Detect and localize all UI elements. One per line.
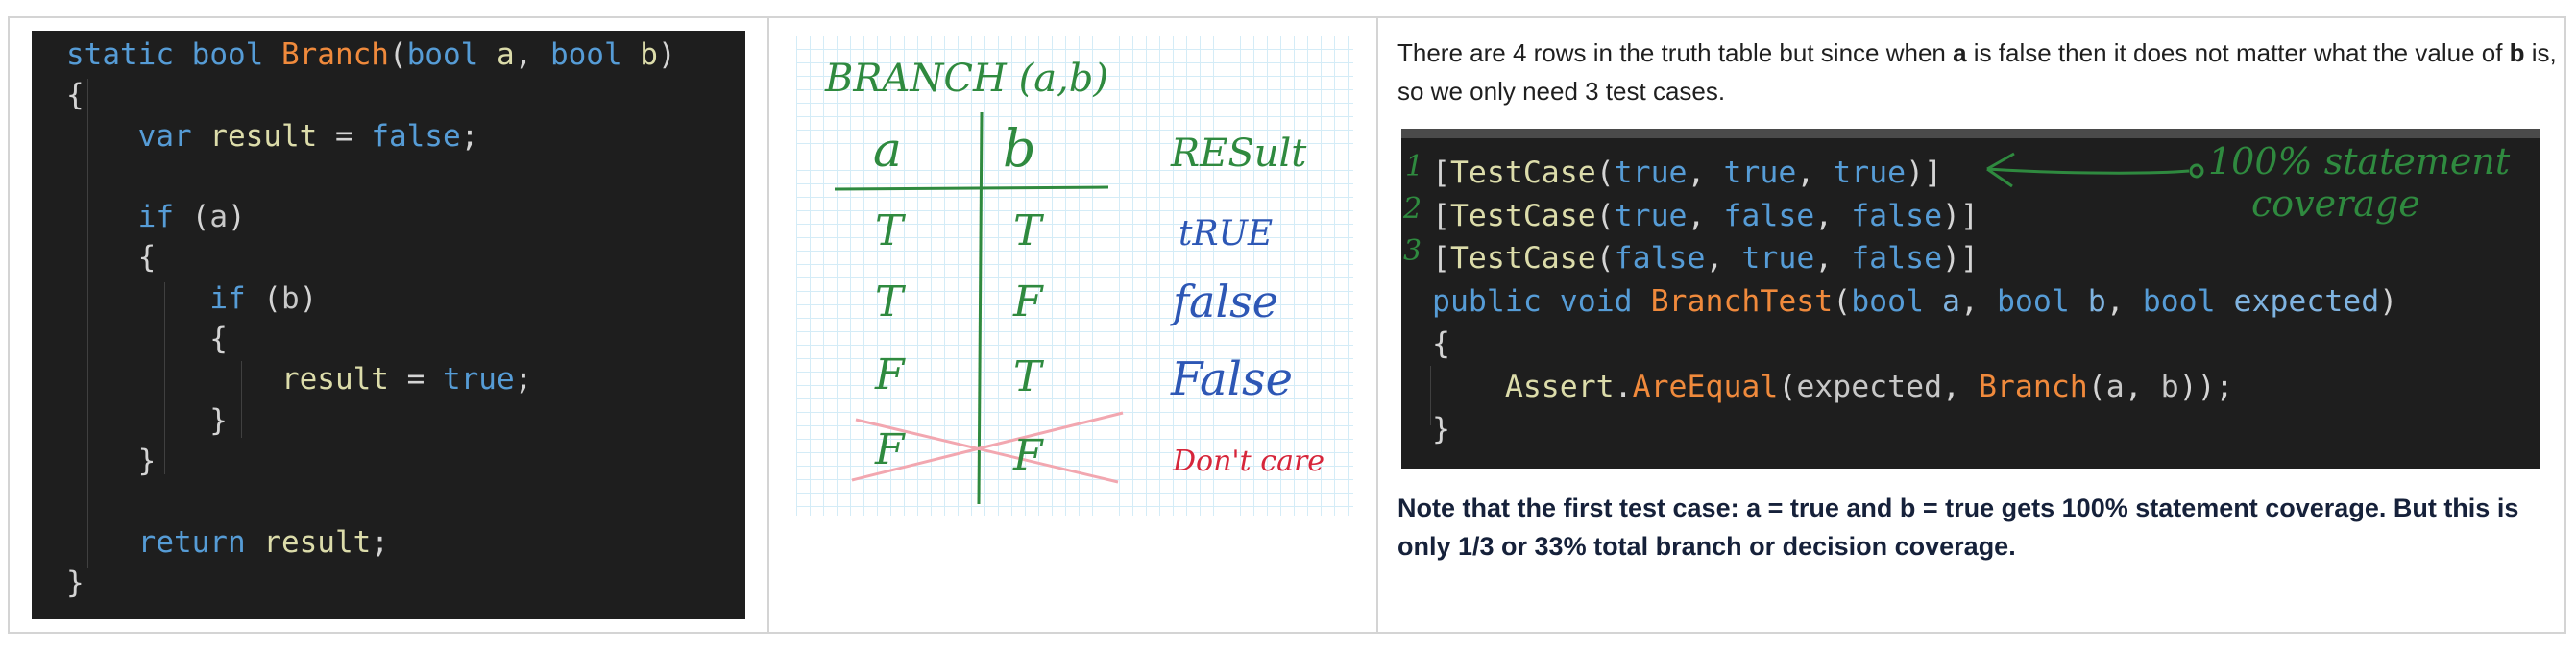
test-code-block: 1 2 3 [TestCase(true, true, true)] [Test…	[1401, 129, 2540, 469]
code-line: return result;	[137, 524, 389, 560]
code-line: if (a)	[137, 200, 246, 235]
code-line: if (b)	[209, 280, 318, 316]
annotation-statement: 100% statement	[2208, 140, 2511, 182]
code-line: }	[66, 443, 157, 478]
row3-b: T	[1013, 352, 1042, 401]
test-number-2: 2	[1403, 192, 1422, 226]
row2-b: F	[1013, 277, 1043, 326]
branch-code-block: static bool Branch(bool a, bool b) { var…	[32, 31, 745, 619]
annotation-coverage: coverage	[2251, 182, 2420, 225]
row1-b: T	[1013, 206, 1042, 255]
row4-result: Don't care	[1173, 445, 1325, 478]
code-line: static bool Branch(bool a, bool b)	[66, 37, 676, 72]
code-line: [TestCase(false, true, false)]	[1432, 241, 1979, 276]
column-divider	[977, 111, 984, 505]
code-line: {	[66, 240, 157, 276]
code-line: }	[66, 402, 228, 438]
row4-b: F	[1013, 431, 1043, 480]
code-line: }	[1432, 412, 1450, 446]
row2-result: false	[1173, 276, 1278, 327]
graph-paper: BRANCH (a,b) a b RESult T T tRUE T F fal…	[796, 36, 1353, 516]
code-line: {	[66, 322, 228, 357]
truth-table-cell: BRANCH (a,b) a b RESult T T tRUE T F fal…	[769, 18, 1378, 632]
explanation-cell: There are 4 rows in the truth table but …	[1378, 18, 2564, 632]
indent-guide	[1430, 366, 1431, 425]
code-line: result = true;	[280, 362, 533, 398]
row4-a: F	[875, 425, 905, 474]
code-cell: static bool Branch(bool a, bool b) { var…	[10, 18, 769, 632]
row3-a: F	[875, 350, 905, 399]
code-line: {	[1432, 326, 1450, 361]
row1-a: T	[875, 206, 904, 255]
intro-paragraph: There are 4 rows in the truth table but …	[1397, 38, 2557, 106]
code-line: }	[66, 565, 85, 600]
code-line: Assert.AreEqual(expected, Branch(a, b));	[1504, 369, 2234, 404]
test-number-3: 3	[1403, 234, 1422, 268]
row1-result: tRUE	[1179, 214, 1274, 253]
row2-a: T	[875, 277, 904, 326]
content-table: static bool Branch(bool a, bool b) { var…	[8, 16, 2566, 634]
header-rule	[834, 185, 1109, 191]
coverage-note: Note that the first test case: a = true …	[1397, 494, 2519, 561]
code-line: public void BranchTest(bool a, bool b, b…	[1432, 283, 2398, 319]
code-line: {	[66, 78, 85, 113]
code-line: var result = false;	[137, 118, 479, 154]
row3-result: False	[1171, 352, 1294, 406]
test-number-1: 1	[1405, 150, 1424, 183]
